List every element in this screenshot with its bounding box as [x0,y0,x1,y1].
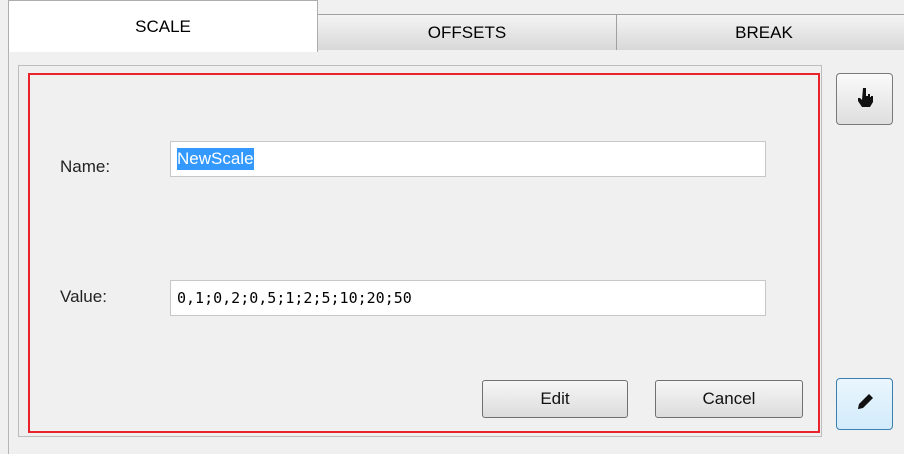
tab-scale[interactable]: SCALE [8,0,318,52]
cancel-button[interactable]: Cancel [655,380,803,418]
tab-offsets[interactable]: OFFSETS [317,14,617,50]
edit-button[interactable]: Edit [482,380,628,418]
value-field[interactable]: 0,1;0,2;0,5;1;2;5;10;20;50 [170,280,766,316]
tab-break[interactable]: BREAK [616,14,904,50]
hand-pointer-button[interactable] [836,73,893,125]
value-field-text: 0,1;0,2;0,5;1;2;5;10;20;50 [177,289,412,307]
pencil-icon [854,391,876,418]
name-label: Name: [60,157,111,176]
value-label: Value: [60,287,107,306]
pencil-button[interactable] [836,378,893,430]
hand-pointer-icon [854,86,876,113]
name-field-selected-text: NewScale [177,148,254,170]
scale-form-panel [28,73,820,433]
name-field[interactable]: NewScale [170,141,766,177]
tab-page-border [8,52,9,454]
tab-strip: OFFSETS BREAK SCALE [8,0,904,52]
